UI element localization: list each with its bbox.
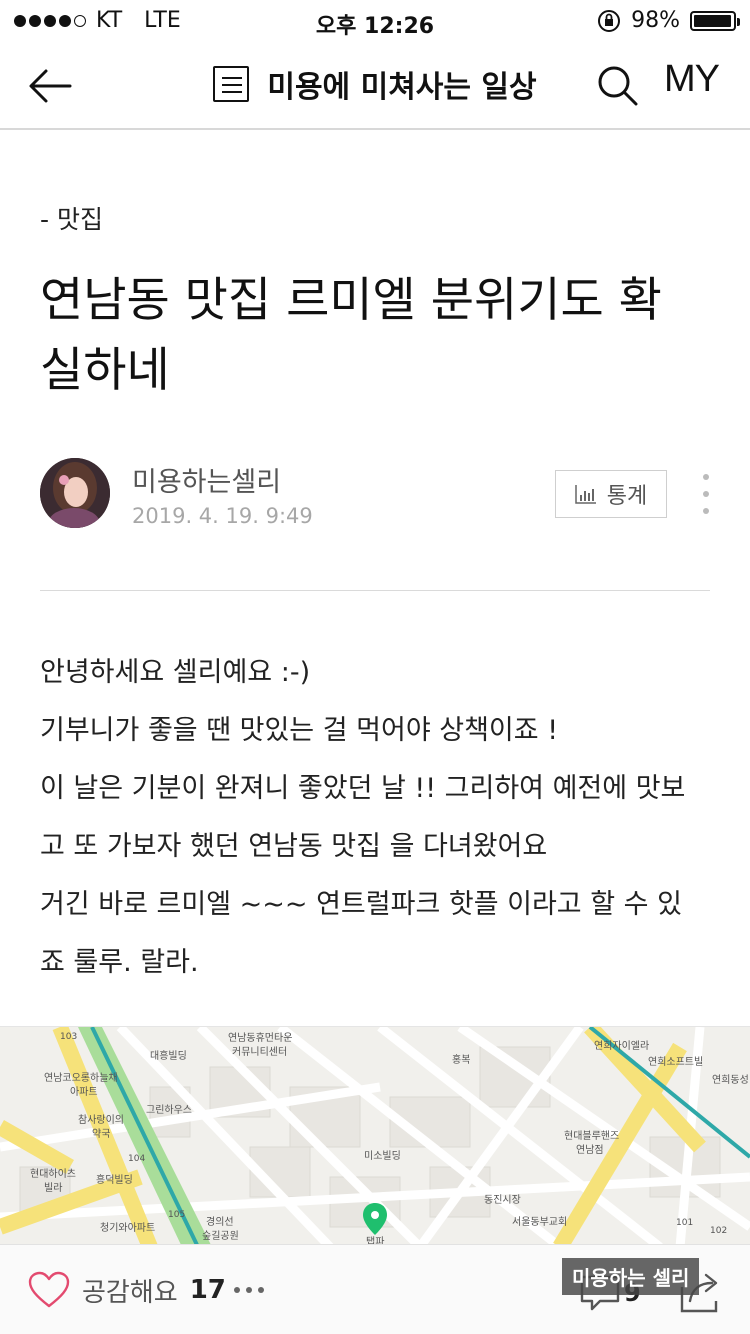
battery-fill [694, 14, 732, 27]
map-label: 현대하이츠 [30, 1167, 76, 1180]
post-list-icon[interactable] [213, 66, 250, 102]
body-line: 안녕하세요 셀리예요 :-) [40, 657, 311, 688]
post-title: 연남동 맛집 르미엘 분위기도 확 실하네 [40, 266, 720, 406]
more-options-icon[interactable] [696, 474, 716, 514]
map-label: 경의선 [206, 1215, 234, 1228]
map-label: 현대블루핸즈 [564, 1130, 619, 1142]
signal-strength-icon [14, 14, 86, 27]
body-line: 거긴 바로 르미엘 ~~~ 연트럴파크 핫플 이라고 할 수 있 [40, 889, 682, 920]
divider [40, 590, 710, 591]
avatar[interactable] [40, 458, 110, 528]
map-label: 숲길공원 [202, 1229, 239, 1242]
stats-label: 통계 [606, 484, 648, 509]
map-label: 101 [676, 1218, 693, 1228]
post-title-line: 연남동 맛집 르미엘 분위기도 확 [40, 273, 662, 328]
map-label: 연남코오롱하늘채 [44, 1071, 118, 1084]
map-label: 청기와아파트 [100, 1222, 155, 1234]
map-label: 동진시장 [484, 1194, 521, 1206]
map-label: 105 [168, 1210, 185, 1220]
status-left: KT LTE [14, 8, 181, 33]
location-map[interactable]: 연남동휴먼타운 커뮤니티센터 대흥빌딩 연남코오롱하늘채 아파트 그린하우스 참… [0, 1026, 750, 1246]
search-icon[interactable] [594, 62, 642, 110]
heart-icon [28, 1271, 70, 1308]
map-label: 연희자이엘라 [594, 1039, 649, 1052]
author-name[interactable]: 미용하는셀리 [132, 460, 281, 499]
map-label: 104 [128, 1154, 145, 1164]
battery-percent: 98% [631, 8, 680, 33]
post-body: 안녕하세요 셀리예요 :-) 기부니가 좋을 땐 맛있는 걸 먹어야 상책이죠 … [40, 644, 720, 992]
status-bar: KT LTE 오후 12:26 98% [0, 0, 750, 40]
map-label: 103 [60, 1032, 77, 1042]
battery-icon [690, 10, 740, 31]
map-label: 약국 [92, 1128, 110, 1140]
map-label: 연남점 [576, 1144, 604, 1156]
like-label: 공감해요 [82, 1277, 178, 1308]
like-button[interactable]: 공감해요 17 [28, 1271, 226, 1309]
map-label: 서울동부교회 [512, 1216, 567, 1228]
author-row: 미용하는셀리 2019. 4. 19. 9:49 통계 [40, 458, 720, 530]
network-label: LTE [144, 8, 181, 33]
body-line: 죠 룰루. 랄라. [40, 947, 199, 978]
body-line: 기부니가 좋을 땐 맛있는 걸 먹어야 상책이죠 ! [40, 715, 559, 746]
my-button[interactable]: MY [664, 58, 720, 101]
map-label: 아파트 [70, 1086, 98, 1098]
post-date: 2019. 4. 19. 9:49 [132, 504, 313, 528]
map-label: 연희소프트빌 [648, 1056, 703, 1068]
author-watermark: 미용하는 셀리 [562, 1258, 700, 1295]
map-label: 미소빌딩 [364, 1150, 401, 1162]
map-label: 연남동휴먼타운 [228, 1032, 292, 1044]
map-label: 흥덕빌딩 [96, 1173, 133, 1186]
map-label: 대흥빌딩 [150, 1049, 187, 1062]
bar-chart-icon [575, 485, 596, 504]
like-count: 17 [189, 1275, 226, 1305]
carrier-label: KT [96, 8, 123, 33]
more-horizontal-icon[interactable] [234, 1287, 264, 1293]
body-line: 이 날은 기분이 완져니 좋았던 날 !! 그리하여 예전에 맛보 [40, 773, 686, 804]
map-label: 참사랑이의 [78, 1114, 124, 1126]
map-label: 그린하우스 [146, 1103, 192, 1116]
post-category[interactable]: - 맛집 [40, 200, 103, 236]
map-label: 홍복 [452, 1053, 470, 1066]
post-title-line: 실하네 [40, 343, 170, 398]
orientation-lock-icon [598, 9, 621, 32]
status-right: 98% [597, 8, 740, 33]
blog-title[interactable]: 미용에 미쳐사는 일상 [267, 62, 536, 106]
map-label: 커뮤니티센터 [232, 1046, 287, 1058]
stats-button[interactable]: 통계 [555, 470, 667, 518]
nav-bar: 미용에 미쳐사는 일상 MY [0, 40, 750, 130]
map-label: 연희동성 [712, 1074, 749, 1086]
map-label: 102 [710, 1226, 727, 1236]
map-label: 빌라 [44, 1182, 62, 1194]
back-arrow-icon[interactable] [26, 62, 74, 110]
body-line: 고 또 가보자 했던 연남동 맛집 을 다녀왔어요 [40, 831, 548, 862]
